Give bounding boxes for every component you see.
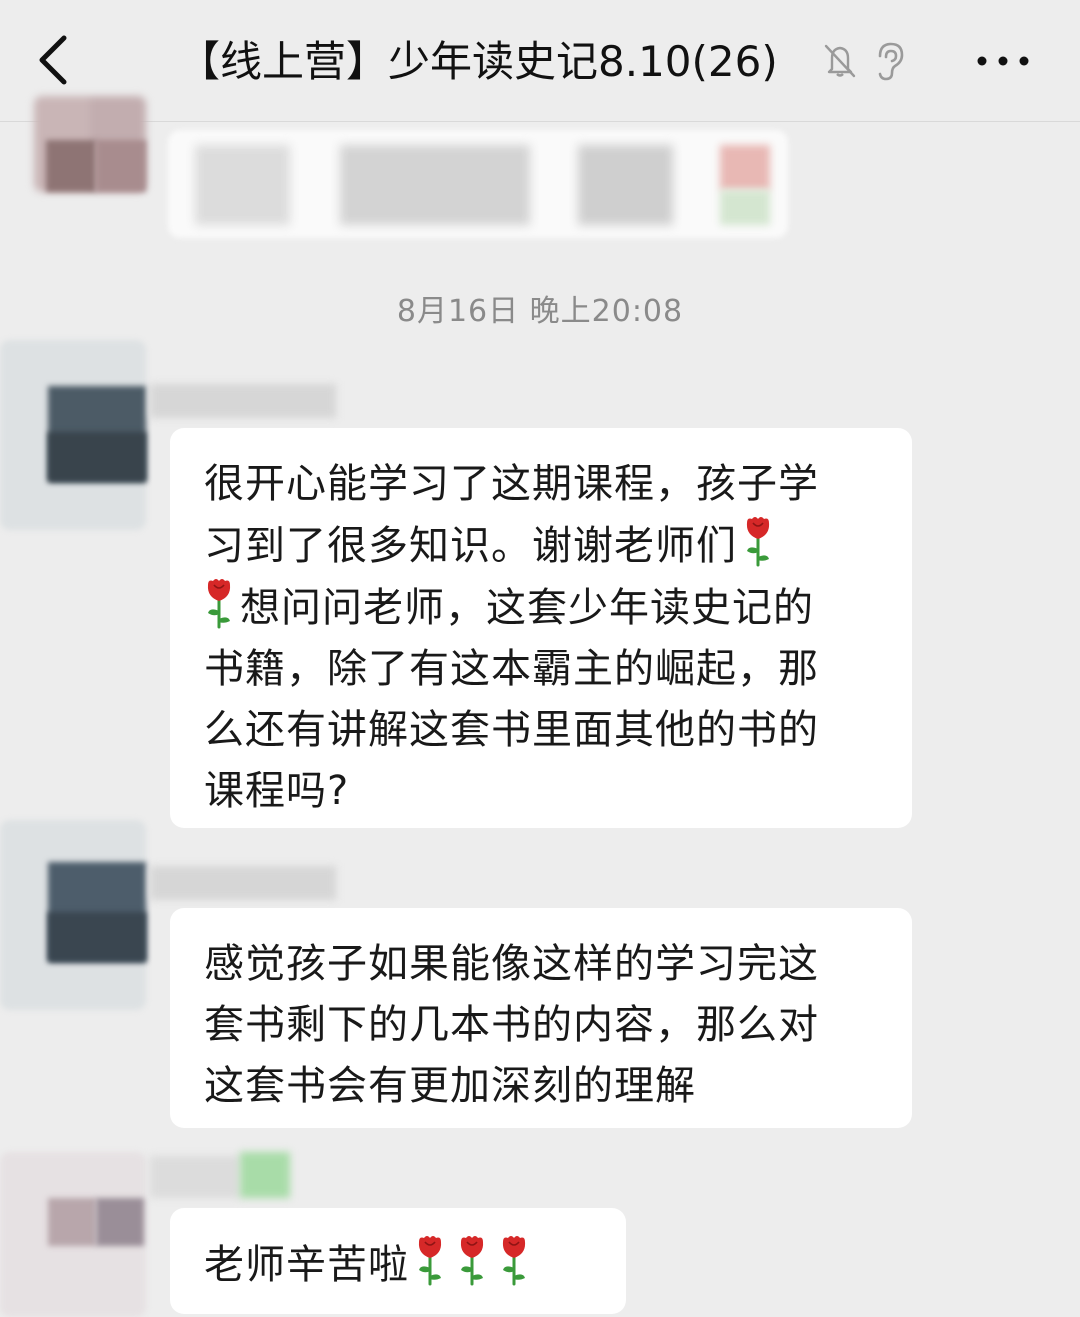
- message-line: 很开心能学习了这期课程，孩子学: [204, 461, 819, 507]
- blurred-sender-name: [150, 1156, 240, 1198]
- message-line: 这套书会有更加深刻的理解: [204, 1063, 696, 1109]
- rose-emoji-icon: [743, 515, 773, 567]
- chat-header: 【线上营】少年读史记8.10(26): [0, 0, 1080, 122]
- message-line: 套书剩下的几本书的内容，那么对: [204, 1002, 819, 1048]
- blurred-sender-name: [150, 866, 336, 900]
- message-line: 想问问老师，这套少年读史记的: [240, 585, 814, 631]
- chevron-left-icon: [39, 35, 67, 85]
- chat-screen: 【线上营】少年读史记8.10(26) 8月16日 晚上20:08 很开心能学习了…: [0, 0, 1080, 1317]
- ear-icon: [878, 42, 904, 81]
- message-bubble[interactable]: 老师辛苦啦: [170, 1208, 626, 1314]
- rose-emoji-icon: [415, 1234, 445, 1286]
- message-line: 课程吗?: [204, 768, 350, 814]
- message-line: 书籍，除了有这本霸主的崛起，那: [204, 646, 819, 692]
- blurred-sender-name: [150, 384, 336, 418]
- rose-emoji-icon: [204, 577, 234, 629]
- message-line: 感觉孩子如果能像这样的学习完这: [204, 941, 819, 987]
- chat-title: 【线上营】少年读史记8.10(26): [178, 37, 778, 86]
- rose-emoji-icon: [499, 1234, 529, 1286]
- message-timestamp: 8月16日 晚上20:08: [396, 294, 684, 329]
- more-button[interactable]: [968, 44, 1038, 78]
- message-bubble[interactable]: 感觉孩子如果能像这样的学习完这 套书剩下的几本书的内容，那么对 这套书会有更加深…: [170, 908, 912, 1128]
- more-dots-icon: [977, 56, 1029, 66]
- rose-emoji-icon: [457, 1234, 487, 1286]
- message-bubble[interactable]: 很开心能学习了这期课程，孩子学 习到了很多知识。谢谢老师们 想问问老师，这套少年…: [170, 428, 912, 828]
- back-button[interactable]: [30, 30, 80, 90]
- message-line: 么还有讲解这套书里面其他的书的: [204, 707, 819, 753]
- message-line: 习到了很多知识。谢谢老师们: [204, 523, 737, 569]
- bell-muted-icon: [824, 44, 856, 78]
- message-line: 老师辛苦啦: [204, 1242, 409, 1288]
